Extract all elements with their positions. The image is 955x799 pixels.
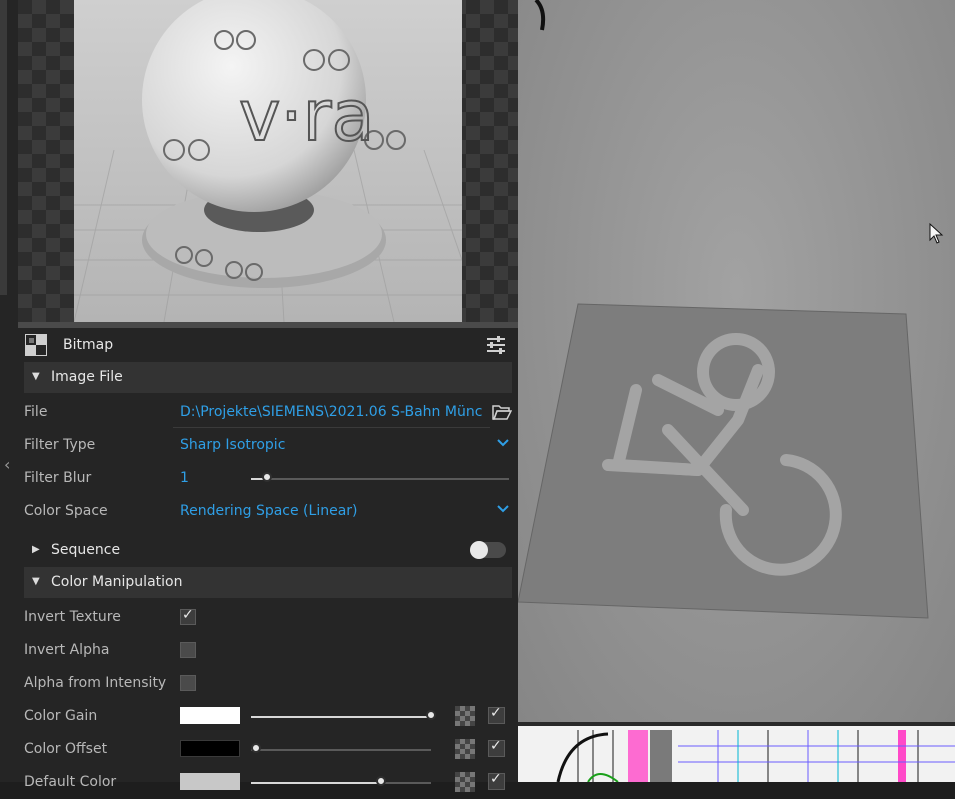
section-label: Color Manipulation [51,574,183,590]
sequence-toggle[interactable] [470,541,506,559]
alpha-from-intensity-label: Alpha from Intensity [24,675,167,691]
filter-type-select[interactable]: Sharp Isotropic [180,437,285,453]
row-filter-type: Filter Type Sharp Isotropic [18,429,518,462]
section-label: Sequence [51,542,121,558]
material-preview-image: v·ra [74,0,462,322]
texture-slot-icon[interactable] [455,739,475,759]
color-gain-swatch[interactable] [180,707,240,724]
color-space-select[interactable]: Rendering Space (Linear) [180,503,358,519]
filter-blur-value[interactable]: 1 [180,470,189,486]
default-color-slider-knob[interactable] [376,776,386,786]
3d-viewport[interactable] [517,0,955,722]
invert-alpha-label: Invert Alpha [24,642,110,658]
chevron-down-icon[interactable] [496,436,510,450]
vray-logo-text: v·ra [239,75,374,157]
texture-slot-icon[interactable] [455,706,475,726]
bitmap-properties-panel: Bitmap ▼ Image File File D:\Projekte\SIE… [18,328,518,792]
color-offset-swatch[interactable] [180,740,240,757]
filter-blur-slider-knob[interactable] [262,472,272,482]
color-gain-label: Color Gain [24,708,98,724]
panel-title: Bitmap [63,337,114,353]
color-space-label: Color Space [24,503,108,519]
default-color-label: Default Color [24,774,117,790]
color-gain-slider-fill [251,716,431,718]
timeline-strip[interactable] [518,722,955,783]
row-color-gain: Color Gain [18,700,518,733]
collapsed-triangle-icon: ▶ [32,544,40,555]
filter-type-label: Filter Type [24,437,96,453]
file-path-field[interactable]: D:\Projekte\SIEMENS\2021.06 S-Bahn Münc.… [180,404,482,420]
section-color-manipulation[interactable]: ▼ Color Manipulation [24,567,512,598]
filter-blur-slider-track[interactable] [251,478,509,480]
file-label: File [24,404,48,420]
color-offset-enable-checkbox[interactable] [488,738,505,757]
chevron-down-icon[interactable] [496,502,510,516]
color-gain-enable-checkbox[interactable] [488,705,505,724]
row-filter-blur: Filter Blur 1 [18,462,518,495]
row-invert-alpha: Invert Alpha [18,634,518,667]
row-invert-texture: Invert Texture [18,601,518,634]
open-folder-icon[interactable] [492,403,512,421]
expanded-triangle-icon: ▼ [32,576,40,587]
color-offset-label: Color Offset [24,741,108,757]
sidebar-scroll-bar[interactable] [0,0,7,295]
row-file: File D:\Projekte\SIEMENS\2021.06 S-Bahn … [18,396,518,429]
expanded-triangle-icon: ▼ [32,371,40,382]
section-image-file[interactable]: ▼ Image File [24,362,512,393]
section-sequence[interactable]: ▶ Sequence [24,535,512,566]
color-offset-slider-knob[interactable] [251,743,261,753]
color-offset-slider-track[interactable] [251,749,431,751]
invert-alpha-checkbox[interactable] [180,642,196,658]
row-color-offset: Color Offset [18,733,518,766]
bitmap-texture-icon [25,334,47,356]
panel-header: Bitmap [18,328,518,362]
alpha-from-intensity-checkbox[interactable] [180,675,196,691]
row-default-color: Default Color [18,766,518,799]
row-alpha-from-intensity: Alpha from Intensity [18,667,518,700]
mouse-cursor-icon [929,222,944,244]
texture-slot-icon[interactable] [455,772,475,792]
left-sidebar-strip: ‹ [0,0,18,782]
invert-texture-label: Invert Texture [24,609,121,625]
filter-blur-label: Filter Blur [24,470,92,486]
settings-sliders-icon[interactable] [486,336,506,354]
default-color-slider-fill [251,782,377,784]
color-gain-slider-knob[interactable] [426,710,436,720]
material-preview: v·ra [18,0,518,322]
collapse-panel-icon[interactable]: ‹ [4,455,10,474]
invert-texture-checkbox[interactable] [180,607,196,625]
section-label: Image File [51,369,123,385]
row-color-space: Color Space Rendering Space (Linear) [18,495,518,528]
